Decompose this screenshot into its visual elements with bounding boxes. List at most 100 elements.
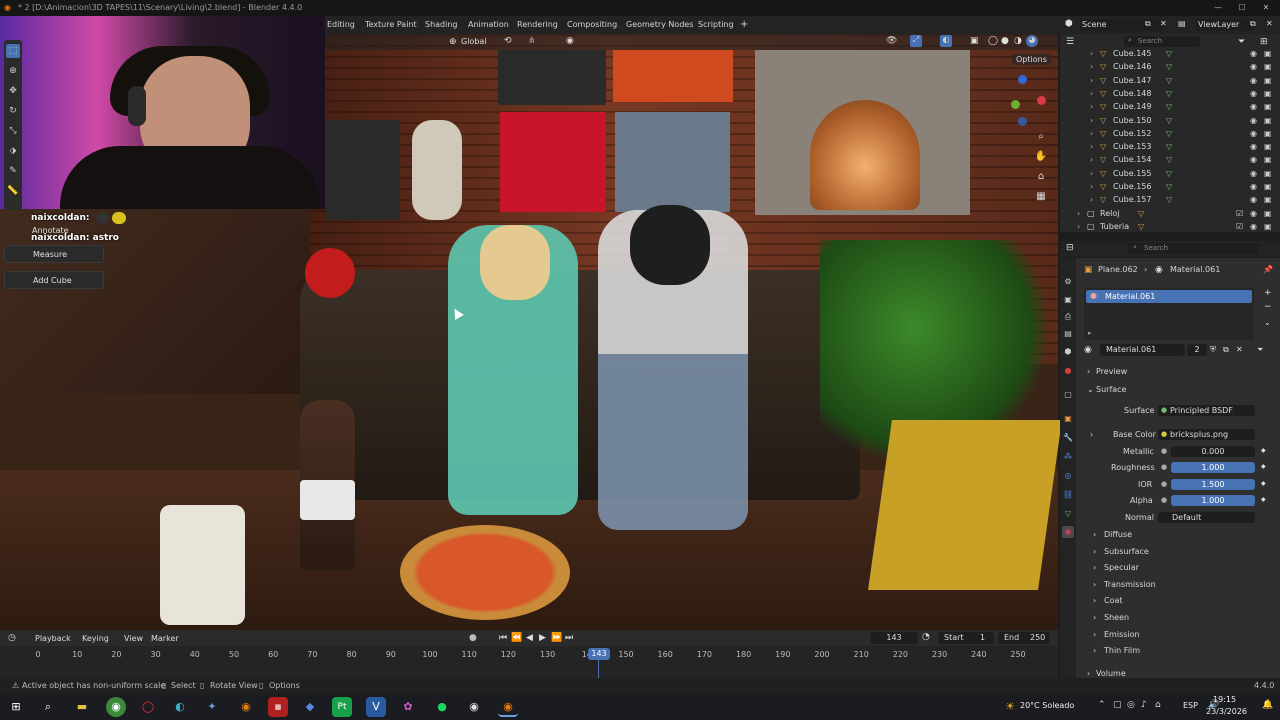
camera-icon[interactable]: ▣ (1264, 87, 1272, 100)
view-menu[interactable]: View (124, 634, 143, 643)
tray-arrow-icon[interactable]: ⌃ (1098, 700, 1106, 710)
keying-menu[interactable]: Keying (82, 634, 109, 643)
measure-tool-icon[interactable]: 📏 (6, 184, 20, 198)
outliner-row[interactable]: › ▢ Tuberia ▽ ☑ ◉ ▣ (1060, 220, 1280, 233)
outliner-row[interactable]: › ▽ Cube.150 ▽ ◉ ▣ (1060, 114, 1280, 127)
jump-start-icon[interactable]: ⏮ (499, 633, 507, 643)
annotate-tool-icon[interactable]: ✎ (6, 164, 20, 178)
subpanel-chevron-icon[interactable]: › (1093, 645, 1096, 657)
constraints-tab-icon[interactable]: ⛓ (1062, 489, 1074, 501)
add-workspace-button[interactable]: + (740, 16, 748, 34)
paint-icon[interactable]: ✿ (398, 697, 418, 717)
expand-arrow-icon[interactable]: › (1090, 153, 1093, 166)
view-layer-tab-icon[interactable]: ▤ (1062, 328, 1074, 340)
transform-icon[interactable]: ⬗ (6, 144, 20, 158)
subpanel-header[interactable]: Transmission (1104, 579, 1156, 591)
gizmo-x-axis[interactable] (1037, 96, 1046, 105)
metallic-field[interactable]: 0.000 (1171, 446, 1255, 457)
eye-icon[interactable]: ◉ (1250, 100, 1257, 113)
subpanel-header[interactable]: Subsurface (1104, 546, 1149, 558)
metallic-keyframe-icon[interactable]: ◆ (1261, 447, 1266, 454)
gizmo-neg-z-axis[interactable] (1018, 117, 1027, 126)
search-icon[interactable]: ⌕ (38, 697, 58, 717)
camera-icon[interactable]: ▣ (1264, 140, 1272, 153)
xray-icon[interactable]: ▣ (970, 36, 979, 46)
expand-arrow-icon[interactable]: › (1090, 100, 1093, 113)
next-key-icon[interactable]: ⏩ (551, 633, 562, 643)
tool-tab-icon[interactable]: ⚙ (1062, 276, 1074, 288)
outliner-row[interactable]: › ▽ Cube.149 ▽ ◉ ▣ (1060, 100, 1280, 113)
volume-chevron-icon[interactable]: › (1087, 668, 1090, 680)
slot-menu-icon[interactable]: ⌄ (1264, 318, 1271, 327)
outliner-row[interactable]: › ▽ Cube.154 ▽ ◉ ▣ (1060, 153, 1280, 166)
weather-text[interactable]: 20°C Soleado (1020, 701, 1074, 710)
gizmo-y-axis[interactable] (1011, 100, 1020, 109)
subpanel-header[interactable]: Coat (1104, 595, 1123, 607)
remove-slot-icon[interactable]: − (1264, 302, 1272, 312)
select-box-icon[interactable]: ⬚ (6, 44, 20, 58)
play-icon[interactable]: ▶ (539, 633, 546, 643)
expand-arrow-icon[interactable]: › (1077, 207, 1080, 220)
outliner-search-input[interactable]: Search (1124, 36, 1200, 47)
shading-rendered-icon[interactable]: ◕ (1026, 35, 1038, 47)
scene-tab-icon[interactable]: ⬢ (1062, 346, 1074, 358)
particles-tab-icon[interactable]: ⁂ (1062, 451, 1074, 463)
tab-scripting[interactable]: Scripting (698, 16, 734, 34)
add-cube-tool[interactable]: Add Cube (4, 271, 104, 289)
volume-panel-header[interactable]: Volume (1096, 668, 1126, 680)
checkbox-icon[interactable]: ☑ (1236, 220, 1243, 233)
orientation-dropdown[interactable]: Global (461, 37, 487, 46)
blender-active-icon[interactable]: ◉ (498, 697, 518, 717)
camera-icon[interactable]: ▣ (1264, 127, 1272, 140)
windows-start-icon[interactable]: ⊞ (6, 697, 26, 717)
pivot-icon[interactable]: ⟲ (504, 36, 512, 46)
tray-network-icon[interactable]: ⌂ (1155, 700, 1161, 710)
eye-icon[interactable]: ◉ (1250, 220, 1257, 233)
surface-chevron-icon[interactable]: ⌄ (1087, 384, 1094, 396)
expand-arrow-icon[interactable]: › (1090, 87, 1093, 100)
expand-arrow-icon[interactable]: › (1090, 60, 1093, 73)
expand-list-icon[interactable]: ▸ (1088, 329, 1092, 337)
unlink-material-icon[interactable]: ✕ (1236, 345, 1243, 354)
subpanel-chevron-icon[interactable]: › (1093, 612, 1096, 624)
base-color-texture-field[interactable]: bricksplus.png (1158, 429, 1255, 440)
subpanel-header[interactable]: Diffuse (1104, 529, 1132, 541)
material-filter-icon[interactable]: ⏷ (1257, 345, 1263, 355)
notification-bell-icon[interactable]: 🔔 (1262, 700, 1273, 710)
subpanel-chevron-icon[interactable]: › (1093, 595, 1096, 607)
timeline-editor-icon[interactable]: ◷ (8, 633, 16, 643)
scale-icon[interactable]: ⤡ (6, 124, 20, 138)
tab-texture-paint[interactable]: Texture Paint (365, 16, 417, 34)
base-color-expand-icon[interactable]: › (1090, 429, 1093, 441)
proportional-icon[interactable]: ◉ (566, 36, 574, 46)
preview-chevron-icon[interactable]: › (1087, 366, 1090, 378)
minimize-icon[interactable]: — (1206, 0, 1230, 16)
measure-tool[interactable]: Measure (4, 245, 104, 263)
expand-arrow-icon[interactable]: › (1077, 220, 1080, 233)
gizmo-z-axis[interactable] (1018, 75, 1027, 84)
pan-hand-icon[interactable]: ✋ (1034, 150, 1048, 164)
obs-icon[interactable]: ◉ (464, 697, 484, 717)
rotate-icon[interactable]: ↻ (6, 104, 20, 118)
record-icon[interactable]: ● (469, 633, 477, 643)
eye-icon[interactable]: ◉ (1250, 87, 1257, 100)
expand-arrow-icon[interactable]: › (1090, 180, 1093, 193)
user-count-field[interactable]: 2 (1187, 344, 1207, 356)
camera-icon[interactable]: ▣ (1264, 114, 1272, 127)
outliner-display-icon[interactable]: ☰ (1066, 37, 1074, 47)
alpha-field[interactable]: 1.000 (1171, 495, 1255, 506)
marker-menu[interactable]: Marker (151, 634, 179, 643)
eye-icon[interactable]: ◉ (1250, 47, 1257, 60)
add-slot-icon[interactable]: + (1264, 288, 1272, 298)
office-icon[interactable]: ◆ (300, 697, 320, 717)
prev-key-icon[interactable]: ⏪ (511, 633, 522, 643)
checkbox-icon[interactable]: ☑ (1236, 207, 1243, 220)
clock-date[interactable]: 23/3/2026 (1206, 707, 1247, 716)
start-frame-field[interactable]: Start 1 (938, 632, 994, 644)
subpanel-header[interactable]: Emission (1104, 629, 1140, 641)
tab-animation[interactable]: Animation (468, 16, 509, 34)
eye-icon[interactable]: ◉ (1250, 193, 1257, 206)
preview-panel-header[interactable]: Preview (1096, 366, 1127, 378)
camera-icon[interactable]: ▣ (1264, 167, 1272, 180)
surface-panel-header[interactable]: Surface (1096, 384, 1126, 396)
